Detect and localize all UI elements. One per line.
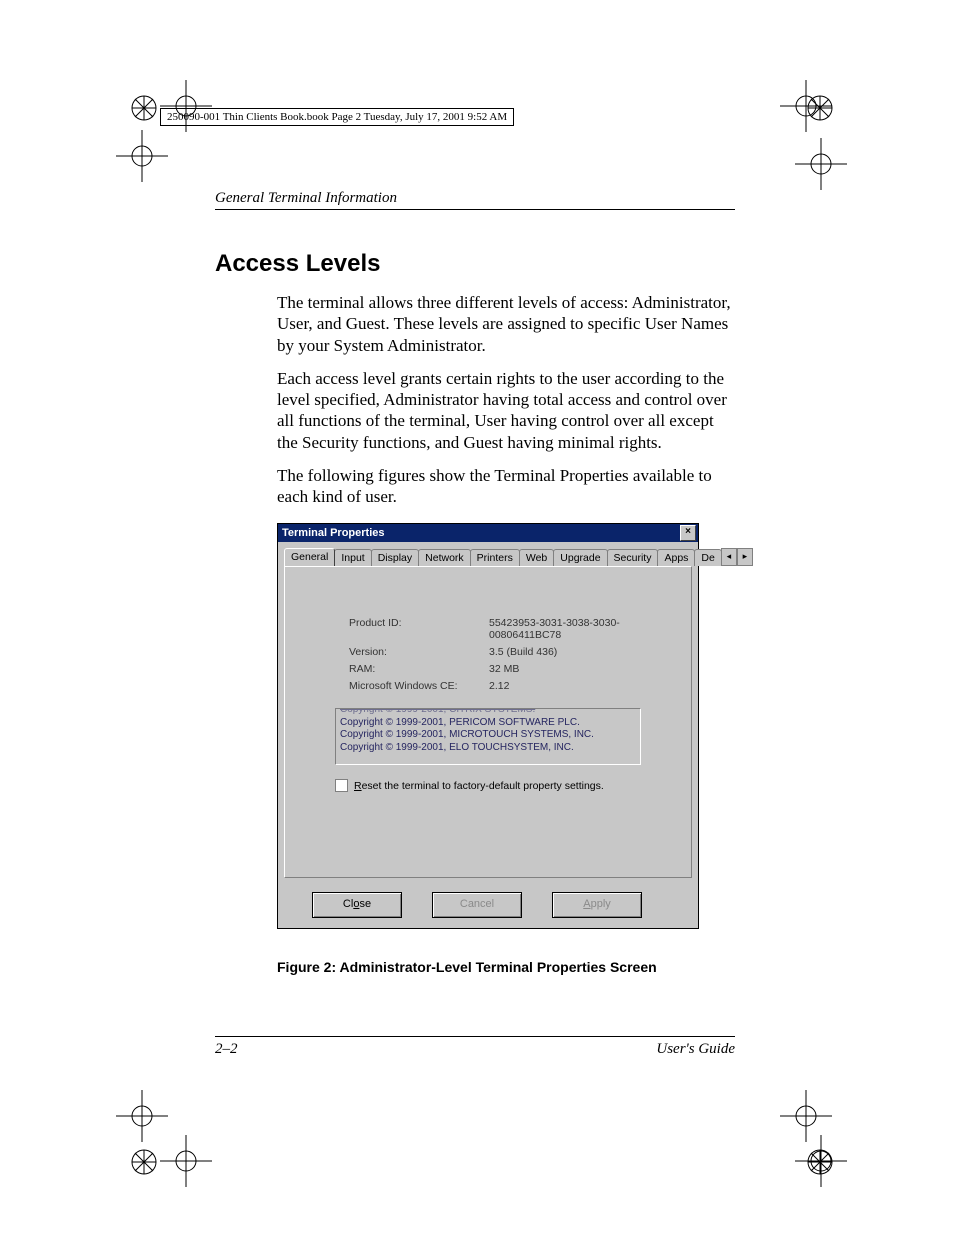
rosette-icon (130, 1148, 158, 1176)
cancel-button: Cancel (432, 892, 522, 918)
apply-button: Apply (552, 892, 642, 918)
tab-overflow[interactable]: De (694, 549, 721, 566)
dialog-title: Terminal Properties (282, 527, 385, 539)
tab-panel-general: Product ID: 55423953-3031-3038-3030-0080… (284, 566, 692, 878)
product-id-label: Product ID: (349, 617, 489, 641)
page-number: 2–2 (215, 1041, 238, 1058)
rosette-icon (806, 94, 834, 122)
version-value: 3.5 (Build 436) (489, 646, 671, 658)
body-paragraph: Each access level grants certain rights … (277, 368, 735, 453)
tab-scroll-right-icon[interactable]: ▸ (737, 548, 753, 566)
figure-caption: Figure 2: Administrator-Level Terminal P… (277, 959, 735, 975)
wince-value: 2.12 (489, 680, 671, 692)
print-header: 250090-001 Thin Clients Book.book Page 2… (160, 108, 514, 126)
product-id-value: 55423953-3031-3038-3030-00806411BC78 (489, 617, 671, 641)
close-icon[interactable]: × (680, 525, 696, 541)
copyright-box: Copyright © 1999-2001, CITRIX SYSTEMS. C… (335, 708, 641, 765)
ram-label: RAM: (349, 663, 489, 675)
rosette-icon (806, 1148, 834, 1176)
crop-mark-icon (116, 130, 168, 182)
crop-mark-icon (795, 138, 847, 190)
figure: Terminal Properties × General Input Disp… (277, 523, 735, 929)
tab-web[interactable]: Web (519, 549, 554, 566)
tab-display[interactable]: Display (371, 549, 419, 566)
tab-input[interactable]: Input (334, 549, 371, 566)
tab-security[interactable]: Security (607, 549, 659, 566)
tab-strip: General Input Display Network Printers W… (284, 548, 692, 566)
tab-upgrade[interactable]: Upgrade (553, 549, 607, 566)
reset-checkbox[interactable] (335, 779, 348, 792)
dialog-titlebar: Terminal Properties × (278, 524, 698, 542)
close-button[interactable]: Close (312, 892, 402, 918)
copyright-line: Copyright © 1999-2001, CITRIX SYSTEMS. (340, 708, 636, 717)
copyright-line: Copyright © 1999-2001, MICROTOUCH SYSTEM… (340, 729, 636, 742)
tab-apps[interactable]: Apps (657, 549, 695, 566)
version-label: Version: (349, 646, 489, 658)
body-paragraph: The terminal allows three different leve… (277, 292, 735, 356)
page-footer: 2–2 User's Guide (215, 1036, 735, 1058)
crop-mark-icon (160, 1135, 212, 1187)
tab-general[interactable]: General (284, 548, 335, 566)
reset-checkbox-row[interactable]: Reset the terminal to factory-default pr… (335, 779, 641, 792)
ram-value: 32 MB (489, 663, 671, 675)
tab-network[interactable]: Network (418, 549, 471, 566)
body-paragraph: The following figures show the Terminal … (277, 465, 735, 508)
rosette-icon (130, 94, 158, 122)
footer-title: User's Guide (656, 1041, 735, 1058)
reset-label: Reset the terminal to factory-default pr… (354, 780, 604, 792)
tab-printers[interactable]: Printers (470, 549, 520, 566)
terminal-properties-dialog: Terminal Properties × General Input Disp… (277, 523, 699, 929)
dialog-button-row: Close Cancel Apply (312, 892, 698, 918)
section-header: General Terminal Information (215, 190, 735, 210)
copyright-line: Copyright © 1999-2001, ELO TOUCHSYSTEM, … (340, 742, 636, 755)
wince-label: Microsoft Windows CE: (349, 680, 489, 692)
page-heading: Access Levels (215, 250, 735, 278)
tab-scroll-left-icon[interactable]: ◂ (721, 548, 737, 566)
copyright-line: Copyright © 1999-2001, PERICOM SOFTWARE … (340, 717, 636, 730)
